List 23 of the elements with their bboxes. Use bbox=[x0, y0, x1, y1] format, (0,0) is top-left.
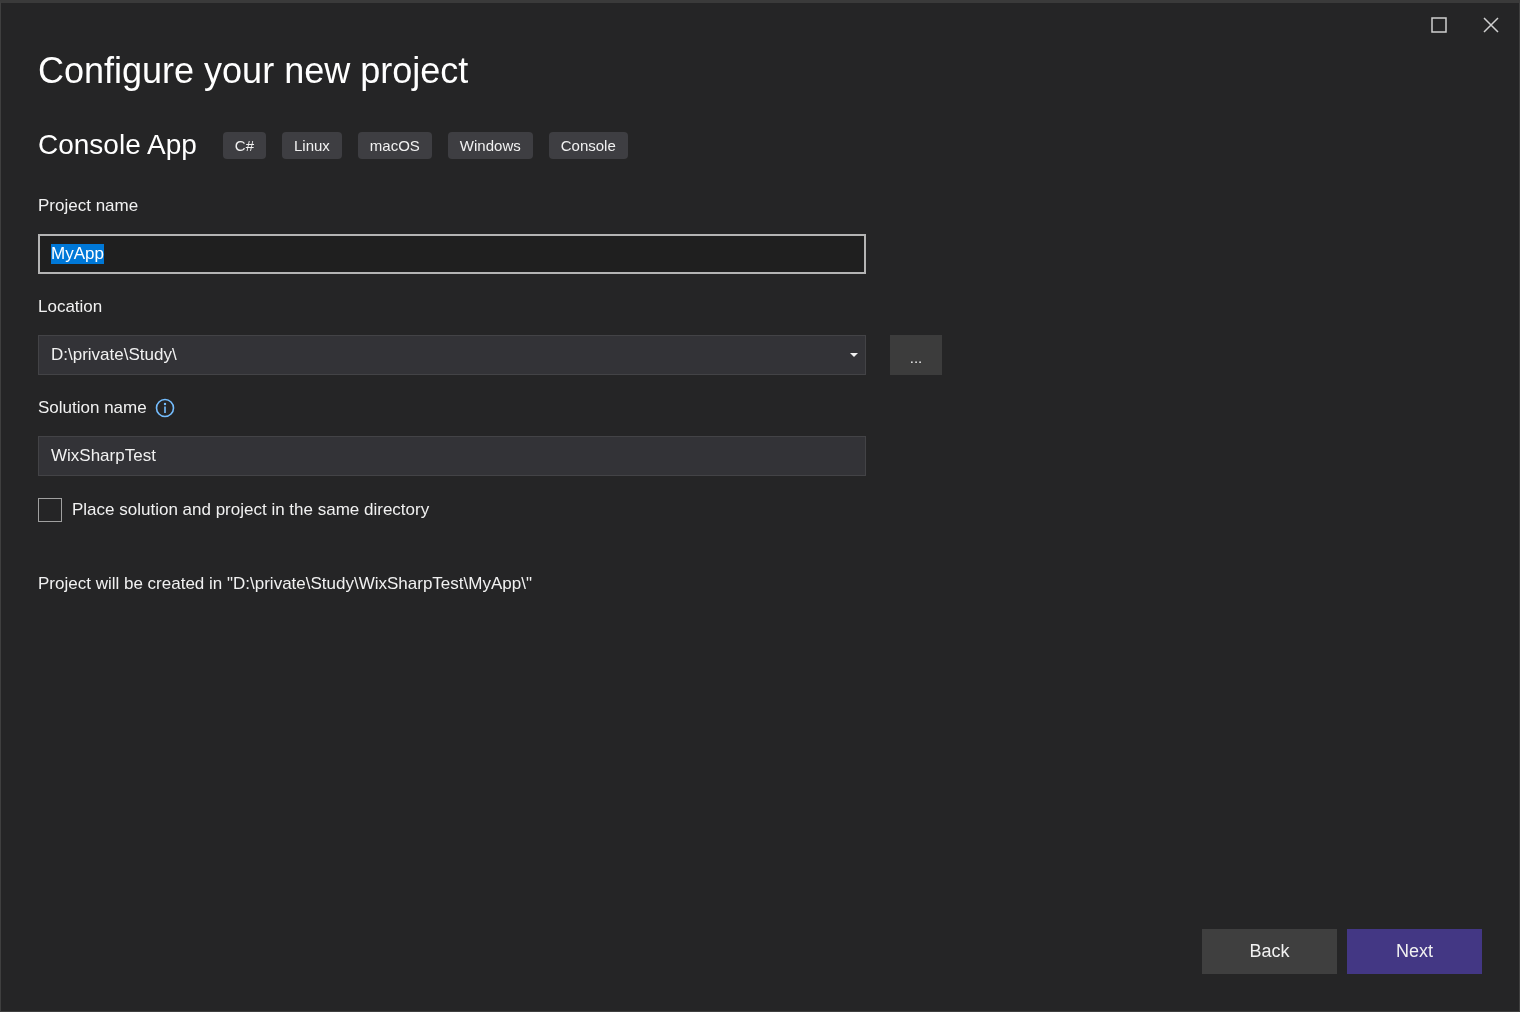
page-title: Configure your new project bbox=[38, 49, 470, 93]
text-input-field[interactable]: MyApp bbox=[38, 234, 866, 274]
close-icon[interactable] bbox=[1483, 17, 1499, 33]
tag-label: Console bbox=[548, 131, 628, 159]
browse-button[interactable]: ... bbox=[890, 335, 942, 375]
checkbox-label: Place solution and project in the same directory bbox=[72, 500, 430, 520]
tag-label: macOS bbox=[357, 131, 432, 159]
field-label: Solution name bbox=[38, 398, 147, 418]
maximize-icon[interactable] bbox=[1431, 17, 1447, 33]
project-path-text: Project will be created in "D:\private\Study\WixSharpTest\MyApp\" bbox=[38, 574, 533, 594]
dropdown-caret-icon[interactable] bbox=[849, 352, 859, 358]
next-button[interactable]: Next bbox=[1347, 929, 1482, 974]
tag-label: Linux bbox=[282, 131, 342, 159]
info-icon[interactable] bbox=[154, 398, 175, 418]
field-label: Location bbox=[38, 297, 103, 317]
field-label: Project name bbox=[38, 196, 139, 216]
tag-label: Windows bbox=[447, 131, 533, 159]
back-button[interactable]: Back bbox=[1202, 929, 1337, 974]
location-dropdown[interactable]: D:\private\Study\ bbox=[38, 335, 866, 375]
template-name: Console App bbox=[38, 129, 197, 161]
text-input-field[interactable]: WixSharpTest bbox=[38, 436, 866, 476]
checkbox[interactable] bbox=[38, 498, 62, 522]
tag-label: C# bbox=[222, 131, 266, 159]
